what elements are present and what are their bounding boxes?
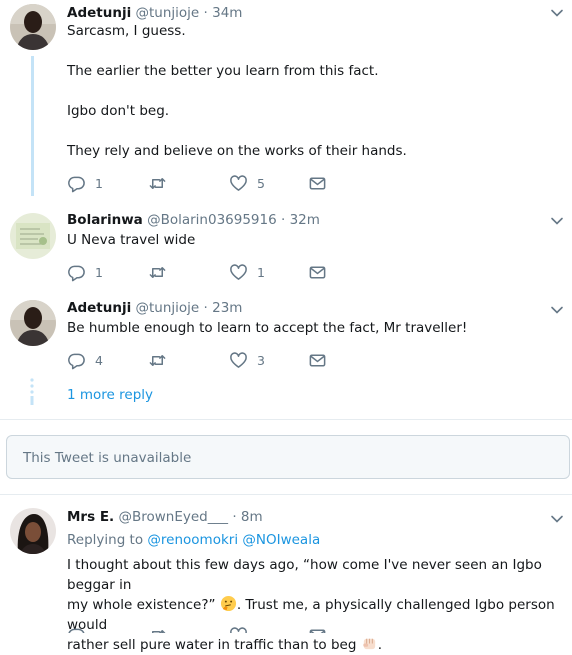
like-button[interactable]: 1: [229, 262, 265, 282]
more-replies-link[interactable]: 1 more reply: [67, 387, 153, 403]
avatar[interactable]: [10, 300, 56, 346]
tweet-adetunji-2[interactable]: Adetunji @tunjioje · 23m Be humble enoug…: [0, 295, 572, 420]
like-icon: [230, 263, 247, 280]
message-button[interactable]: [308, 262, 327, 282]
message-button[interactable]: [308, 350, 327, 370]
thread-line: [31, 56, 34, 196]
retweet-button[interactable]: [148, 350, 167, 370]
tweet-mrs-e[interactable]: Mrs E. @BrownEyed___ · 8m Replying to @r…: [0, 495, 572, 653]
replying-to: Replying to @renoomokri @NOIweala: [67, 530, 562, 550]
message-icon: [309, 266, 326, 278]
tweet-bolarinwa[interactable]: Bolarinwa @Bolarin03695916 · 32m U Neva …: [0, 205, 572, 295]
tweet-text-line: U Neva travel wide: [67, 232, 196, 248]
retweet-icon: [149, 266, 166, 278]
tweet-text-line: Be humble enough to learn to accept the …: [67, 320, 468, 336]
separator-dot: ·: [281, 212, 286, 228]
reply-icon: [68, 265, 85, 281]
message-icon: [309, 354, 326, 366]
caret-down-icon[interactable]: [550, 303, 564, 317]
avatar[interactable]: [10, 4, 56, 50]
mention-link[interactable]: @NOIweala: [242, 532, 320, 548]
tweet-text-line: rather sell pure water in traffic than t…: [67, 635, 562, 655]
reply-icon: [68, 628, 85, 633]
reply-button[interactable]: [67, 625, 86, 633]
author-name[interactable]: Bolarinwa: [67, 212, 143, 228]
reply-count: 1: [95, 264, 103, 280]
tweet-text-line: Sarcasm, I guess.: [67, 23, 186, 39]
author-name[interactable]: Adetunji: [67, 5, 131, 21]
retweet-button[interactable]: [148, 625, 167, 633]
like-button[interactable]: 5: [229, 173, 265, 193]
reply-button[interactable]: 1: [67, 262, 103, 282]
replying-prefix: Replying to: [67, 532, 144, 548]
tweet-text-line: Igbo don't beg.: [67, 103, 170, 119]
author-handle[interactable]: @tunjioje: [136, 300, 200, 316]
like-icon: [230, 626, 247, 633]
retweet-button[interactable]: [148, 262, 167, 282]
like-count: 1: [257, 264, 265, 280]
author-handle[interactable]: @tunjioje: [136, 5, 200, 21]
retweet-icon: [149, 177, 166, 189]
timestamp[interactable]: 32m: [290, 212, 320, 228]
avatar[interactable]: [10, 213, 56, 259]
message-button[interactable]: [308, 173, 327, 193]
separator-dot: ·: [203, 300, 208, 316]
tweet-text-fragment: .: [377, 637, 383, 653]
message-icon: [309, 177, 326, 189]
tweet-actions: [67, 625, 337, 633]
reply-count: 4: [95, 352, 103, 368]
author-name[interactable]: Mrs E.: [67, 509, 114, 525]
separator-dot: ·: [232, 509, 237, 525]
like-button[interactable]: [229, 625, 248, 633]
reply-icon: [68, 353, 85, 369]
retweet-icon: [149, 354, 166, 366]
separator-dot: ·: [203, 5, 208, 21]
divider: [0, 419, 572, 420]
reply-icon: [68, 176, 85, 192]
mention-link[interactable]: @renoomokri: [147, 532, 238, 548]
thread-dots: [30, 378, 34, 405]
author-handle[interactable]: @BrownEyed___: [118, 509, 228, 525]
reply-count: 1: [95, 175, 103, 191]
tweet-adetunji-1[interactable]: Adetunji @tunjioje · 34m Sarcasm, I gues…: [0, 0, 572, 205]
thinking-face-emoji: [220, 595, 236, 612]
tweet-text-fragment: my whole existence?”: [67, 597, 216, 613]
like-count: 3: [257, 352, 265, 368]
like-icon: [230, 174, 247, 191]
avatar[interactable]: [10, 508, 56, 554]
caret-down-icon[interactable]: [550, 6, 564, 20]
message-button[interactable]: [308, 625, 327, 633]
tweet-text-line: They rely and believe on the works of th…: [67, 143, 407, 159]
tweet-text-fragment: rather sell pure water in traffic than t…: [67, 637, 357, 653]
unavailable-label: This Tweet is unavailable: [23, 450, 192, 466]
reply-button[interactable]: 4: [67, 350, 103, 370]
tweet-text-line: The earlier the better you learn from th…: [67, 63, 379, 79]
reply-button[interactable]: 1: [67, 173, 103, 193]
timestamp[interactable]: 34m: [212, 5, 242, 21]
timestamp[interactable]: 8m: [241, 509, 263, 525]
caret-down-icon[interactable]: [550, 512, 564, 526]
message-icon: [309, 629, 326, 633]
like-button[interactable]: 3: [229, 350, 265, 370]
caret-down-icon[interactable]: [550, 214, 564, 228]
retweet-icon: [151, 629, 166, 633]
like-count: 5: [257, 175, 265, 191]
author-handle[interactable]: @Bolarin03695916: [147, 212, 277, 228]
raised-fist-emoji: [363, 638, 375, 650]
like-icon: [230, 351, 247, 368]
unavailable-tweet-card: This Tweet is unavailable: [6, 435, 570, 479]
retweet-button[interactable]: [148, 173, 167, 193]
author-name[interactable]: Adetunji: [67, 300, 131, 316]
tweet-text-line: I thought about this few days ago, “how …: [67, 557, 542, 593]
timestamp[interactable]: 23m: [212, 300, 242, 316]
